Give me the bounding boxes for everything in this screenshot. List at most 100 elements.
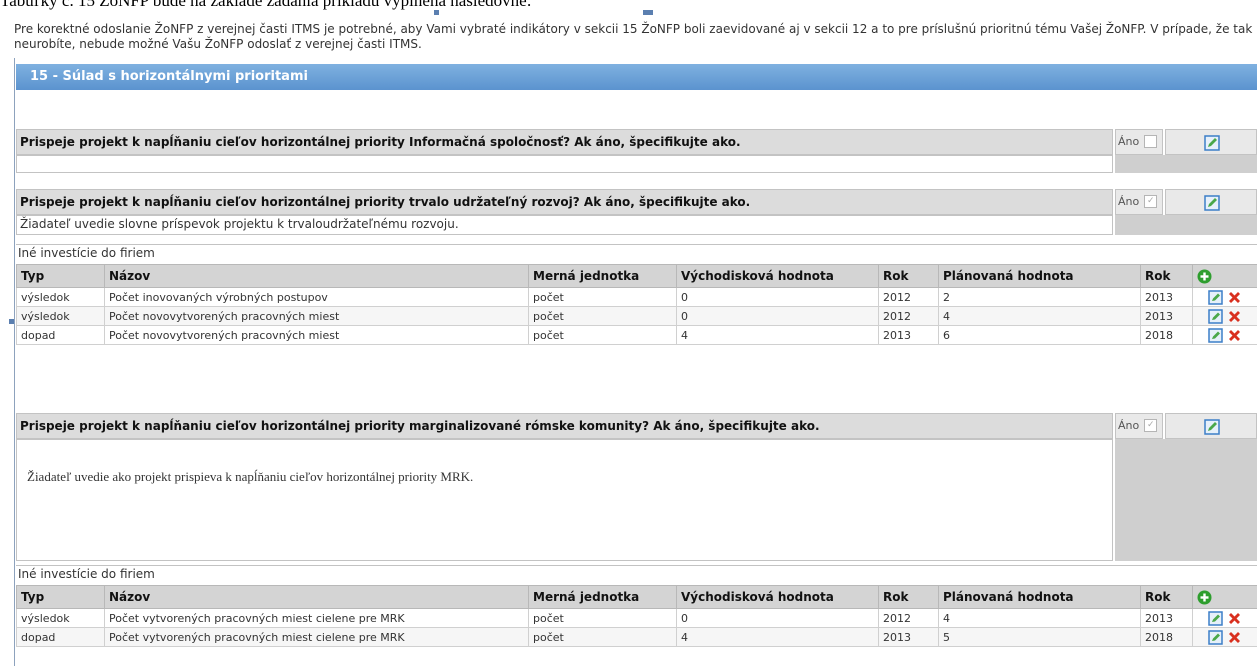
col-nazov: Názov — [104, 264, 529, 288]
col-vychodiskova-hodnota: Východisková hodnota — [676, 585, 879, 609]
delete-icon[interactable] — [1227, 290, 1242, 305]
cell-merna-jednotka: počet — [528, 287, 677, 307]
table-row[interactable]: výsledok Počet vytvorených pracovných mi… — [16, 608, 1257, 628]
edit-icon[interactable] — [1208, 308, 1223, 324]
cell-rok: 2013 — [878, 627, 939, 647]
edit-icon[interactable] — [1208, 610, 1223, 626]
col-rok: Rok — [1140, 264, 1193, 288]
table-caption-2: Iné investície do firiem — [16, 565, 1257, 583]
cell-rok: 2012 — [878, 306, 939, 326]
cell-rok: 2013 — [1140, 287, 1193, 307]
delete-icon[interactable] — [1227, 611, 1242, 626]
cell-vychodiskova-hodnota: 4 — [676, 325, 879, 345]
cell-planovana-hodnota: 5 — [938, 627, 1141, 647]
edit-icon[interactable] — [1204, 135, 1220, 155]
col-rok: Rok — [878, 264, 939, 288]
cell-typ: výsledok — [16, 306, 105, 326]
table-header-row: Typ Názov Merná jednotka Východisková ho… — [16, 585, 1257, 609]
edit-button-3[interactable] — [1165, 413, 1257, 439]
cell-nazov: Počet novovytvorených pracovných miest — [104, 325, 529, 345]
table-row[interactable]: dopad Počet novovytvorených pracovných m… — [16, 325, 1257, 345]
cell-typ: výsledok — [16, 608, 105, 628]
cell-nazov: Počet novovytvorených pracovných miest — [104, 306, 529, 326]
edit-icon[interactable] — [1208, 629, 1223, 645]
section-header: 15 - Súlad s horizontálnymi prioritami — [16, 64, 1257, 90]
cell-rok: 2013 — [878, 325, 939, 345]
ano-label: Áno — [1118, 419, 1140, 432]
edit-icon[interactable] — [1204, 419, 1220, 439]
cell-merna-jednotka: počet — [528, 325, 677, 345]
indicator-table-1: Typ Názov Merná jednotka Východisková ho… — [16, 264, 1257, 345]
col-merna-jednotka: Merná jednotka — [528, 585, 677, 609]
col-vychodiskova-hodnota: Východisková hodnota — [676, 264, 879, 288]
add-icon[interactable] — [1197, 590, 1212, 605]
col-typ: Typ — [16, 585, 105, 609]
cell-rok: 2013 — [1140, 608, 1193, 628]
frame-marker — [648, 10, 653, 15]
delete-icon[interactable] — [1227, 328, 1242, 343]
cell-typ: dopad — [16, 627, 105, 647]
cell-merna-jednotka: počet — [528, 306, 677, 326]
frame-marker — [434, 10, 439, 15]
table-caption-1: Iné investície do firiem — [16, 244, 1257, 262]
ano-label: Áno — [1118, 135, 1140, 148]
col-merna-jednotka: Merná jednotka — [528, 264, 677, 288]
checkbox-checked[interactable]: ✓ — [1144, 194, 1158, 208]
cell-merna-jednotka: počet — [528, 627, 677, 647]
cell-merna-jednotka: počet — [528, 608, 677, 628]
question-2: Prispeje projekt k napĺňaniu cieľov hori… — [16, 189, 1113, 215]
col-planovana-hodnota: Plánovaná hodnota — [938, 585, 1141, 609]
row-actions — [1192, 627, 1257, 647]
cell-vychodiskova-hodnota: 0 — [676, 306, 879, 326]
col-typ: Typ — [16, 264, 105, 288]
cell-rok: 2018 — [1140, 627, 1193, 647]
row-actions — [1192, 306, 1257, 326]
intro-notice: Pre korektné odoslanie ŽoNFP z verejnej … — [14, 22, 1253, 51]
question-3: Prispeje projekt k napĺňaniu cieľov hori… — [16, 413, 1113, 439]
edit-icon[interactable] — [1204, 195, 1220, 215]
side-panel — [1115, 155, 1257, 173]
cell-planovana-hodnota: 2 — [938, 287, 1141, 307]
answer-2[interactable]: Žiadateľ uvedie slovne príspevok projekt… — [16, 215, 1113, 235]
cell-rok: 2012 — [878, 287, 939, 307]
delete-icon[interactable] — [1227, 630, 1242, 645]
add-indicator-button[interactable] — [1192, 264, 1257, 288]
col-rok: Rok — [1140, 585, 1193, 609]
cell-nazov: Počet inovovaných výrobných postupov — [104, 287, 529, 307]
cell-rok: 2013 — [1140, 306, 1193, 326]
edit-icon[interactable] — [1208, 327, 1223, 343]
cell-rok: 2012 — [878, 608, 939, 628]
table-row[interactable]: výsledok Počet novovytvorených pracovnýc… — [16, 306, 1257, 326]
answer-3[interactable]: Žiadateľ uvedie ako projekt prispieva k … — [16, 439, 1113, 561]
answer-1[interactable] — [16, 155, 1113, 173]
ano-checkbox-1[interactable]: Áno — [1115, 129, 1163, 155]
row-actions — [1192, 608, 1257, 628]
edit-button-1[interactable] — [1165, 129, 1257, 155]
cell-planovana-hodnota: 4 — [938, 608, 1141, 628]
cell-nazov: Počet vytvorených pracovných miest ciele… — [104, 627, 529, 647]
checkbox[interactable] — [1144, 134, 1158, 148]
delete-icon[interactable] — [1227, 309, 1242, 324]
ano-label: Áno — [1118, 195, 1140, 208]
checkbox-checked[interactable]: ✓ — [1144, 418, 1158, 432]
ano-checkbox-2[interactable]: Áno ✓ — [1115, 189, 1163, 215]
table-row[interactable]: výsledok Počet inovovaných výrobných pos… — [16, 287, 1257, 307]
table-header-row: Typ Názov Merná jednotka Východisková ho… — [16, 264, 1257, 288]
col-nazov: Názov — [104, 585, 529, 609]
cell-typ: výsledok — [16, 287, 105, 307]
col-rok: Rok — [878, 585, 939, 609]
row-actions — [1192, 325, 1257, 345]
document-caption: Tabuľky č. 15 ŽoNFP bude na základe zada… — [0, 0, 532, 10]
side-panel — [1115, 439, 1257, 561]
indicator-table-2: Typ Názov Merná jednotka Východisková ho… — [16, 585, 1257, 647]
cell-vychodiskova-hodnota: 0 — [676, 287, 879, 307]
ano-checkbox-3[interactable]: Áno ✓ — [1115, 413, 1163, 439]
cell-planovana-hodnota: 4 — [938, 306, 1141, 326]
cell-planovana-hodnota: 6 — [938, 325, 1141, 345]
table-row[interactable]: dopad Počet vytvorených pracovných miest… — [16, 627, 1257, 647]
add-icon[interactable] — [1197, 269, 1212, 284]
edit-button-2[interactable] — [1165, 189, 1257, 215]
add-indicator-button[interactable] — [1192, 585, 1257, 609]
edit-icon[interactable] — [1208, 289, 1223, 305]
col-planovana-hodnota: Plánovaná hodnota — [938, 264, 1141, 288]
